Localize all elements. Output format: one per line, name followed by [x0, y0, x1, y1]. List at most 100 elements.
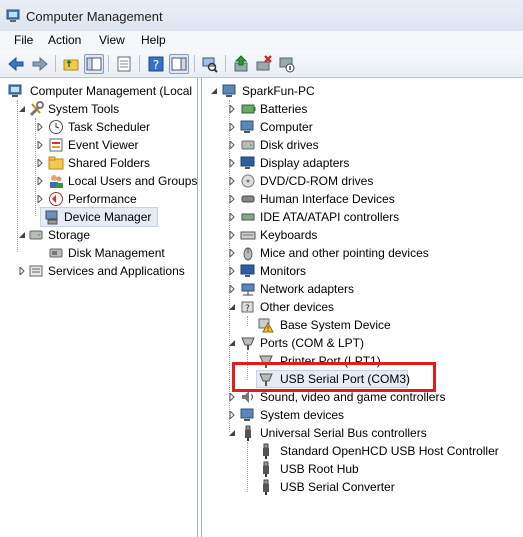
- users-icon: [50, 175, 63, 188]
- device-tree-root[interactable]: SparkFun-PC: [202, 82, 523, 100]
- computer-icon: [240, 120, 254, 133]
- tree-item-label: USB Root Hub: [280, 462, 359, 476]
- window-title: Computer Management: [26, 9, 163, 24]
- help-icon[interactable]: ?: [146, 54, 166, 74]
- device-tree-pane: SparkFun-PC Batteries Computer Disk drives…: [201, 78, 523, 537]
- category-row[interactable]: Monitors: [202, 262, 523, 280]
- tree-item-system-tools[interactable]: System Tools: [4, 100, 197, 118]
- tree-item-label: Display adapters: [260, 156, 350, 170]
- uninstall-icon[interactable]: [254, 54, 274, 74]
- menu-file[interactable]: File: [14, 33, 33, 47]
- system-devices-icon: [240, 408, 254, 421]
- forward-arrow-icon[interactable]: [30, 54, 50, 74]
- tree-item-storage[interactable]: Storage: [4, 226, 197, 244]
- tree-item-task-scheduler[interactable]: Task Scheduler: [4, 118, 197, 136]
- usb-icon: [263, 461, 269, 477]
- tree-item-label: Universal Serial Bus controllers: [260, 426, 427, 440]
- tree-item-label: System Tools: [48, 102, 120, 116]
- collapsed-arrow-icon[interactable]: [228, 177, 236, 185]
- collapsed-arrow-icon[interactable]: [228, 213, 236, 221]
- expanded-arrow-icon[interactable]: [18, 105, 26, 113]
- update-driver-icon[interactable]: [231, 54, 251, 74]
- properties-icon[interactable]: [114, 54, 134, 74]
- category-ports[interactable]: Ports (COM & LPT): [202, 334, 523, 352]
- expanded-arrow-icon[interactable]: [228, 339, 236, 347]
- tree-item-label: Task Scheduler: [68, 120, 151, 134]
- category-row[interactable]: DVD/CD-ROM drives: [202, 172, 523, 190]
- collapsed-arrow-icon[interactable]: [36, 123, 44, 131]
- expanded-arrow-icon[interactable]: [18, 231, 26, 239]
- category-row[interactable]: Batteries: [202, 100, 523, 118]
- tree-item-services[interactable]: Services and Applications: [4, 262, 197, 280]
- collapsed-arrow-icon[interactable]: [36, 141, 44, 149]
- category-other-devices[interactable]: ? Other devices: [202, 298, 523, 316]
- device-usb-host-controller[interactable]: Standard OpenHCD USB Host Controller: [202, 442, 523, 460]
- collapsed-arrow-icon[interactable]: [228, 123, 236, 131]
- keyboard-icon: [240, 231, 256, 240]
- collapsed-arrow-icon[interactable]: [36, 177, 44, 185]
- menu-help[interactable]: Help: [141, 33, 166, 47]
- tree-item-disk-management[interactable]: Disk Management: [4, 244, 197, 262]
- collapsed-arrow-icon[interactable]: [228, 411, 236, 419]
- tree-item-shared-folders[interactable]: Shared Folders: [4, 154, 197, 172]
- tree-item-label: Other devices: [260, 300, 335, 314]
- scan-hardware-icon[interactable]: [200, 54, 220, 74]
- category-row[interactable]: Disk drives: [202, 136, 523, 154]
- category-usb-controllers[interactable]: Universal Serial Bus controllers: [202, 424, 523, 442]
- usb-icon: [263, 443, 269, 459]
- up-folder-icon[interactable]: [61, 54, 81, 74]
- toolbar: ?: [0, 50, 523, 78]
- expanded-arrow-icon[interactable]: [228, 429, 236, 437]
- category-row[interactable]: Human Interface Devices: [202, 190, 523, 208]
- tree-item-label: Standard OpenHCD USB Host Controller: [280, 444, 499, 458]
- expanded-arrow-icon[interactable]: [210, 87, 218, 95]
- collapsed-arrow-icon[interactable]: [228, 249, 236, 257]
- dvd-drive-icon: [241, 174, 255, 188]
- category-system-devices[interactable]: System devices: [202, 406, 523, 424]
- toolbar-separator: [108, 55, 109, 72]
- collapsed-arrow-icon[interactable]: [36, 159, 44, 167]
- disk-management-icon: [49, 248, 63, 258]
- tree-item-computer-management[interactable]: Computer Management (Local: [4, 82, 197, 100]
- tree-item-label: DVD/CD-ROM drives: [260, 174, 374, 188]
- toolbar-separator: [55, 55, 56, 72]
- category-row[interactable]: Computer: [202, 118, 523, 136]
- disk-drive-icon: [241, 140, 255, 150]
- device-usb-serial-converter[interactable]: USB Serial Converter: [202, 478, 523, 496]
- tree-item-performance[interactable]: Performance: [4, 190, 197, 208]
- collapsed-arrow-icon[interactable]: [228, 141, 236, 149]
- collapsed-arrow-icon[interactable]: [228, 231, 236, 239]
- disable-device-icon[interactable]: [277, 54, 297, 74]
- category-row[interactable]: Mice and other pointing devices: [202, 244, 523, 262]
- action-pane-icon[interactable]: [169, 54, 189, 74]
- back-arrow-icon[interactable]: [6, 54, 26, 74]
- category-row[interactable]: Keyboards: [202, 226, 523, 244]
- category-row[interactable]: Network adapters: [202, 280, 523, 298]
- collapsed-arrow-icon[interactable]: [18, 267, 26, 275]
- tree-item-label: Monitors: [260, 264, 307, 278]
- menu-action[interactable]: Action: [48, 33, 81, 47]
- collapsed-arrow-icon[interactable]: [228, 393, 236, 401]
- computer-icon: [222, 84, 236, 97]
- collapsed-arrow-icon[interactable]: [228, 105, 236, 113]
- collapsed-arrow-icon[interactable]: [228, 285, 236, 293]
- tree-item-local-users[interactable]: Local Users and Groups: [4, 172, 197, 190]
- device-base-system-device[interactable]: ! Base System Device: [202, 316, 523, 334]
- menu-view[interactable]: View: [99, 33, 125, 47]
- clock-icon: [49, 120, 63, 134]
- tree-item-label: Base System Device: [280, 318, 391, 332]
- category-row[interactable]: IDE ATA/ATAPI controllers: [202, 208, 523, 226]
- tree-item-label: Mice and other pointing devices: [260, 246, 429, 260]
- expanded-arrow-icon[interactable]: [228, 303, 236, 311]
- device-usb-root-hub[interactable]: USB Root Hub: [202, 460, 523, 478]
- collapsed-arrow-icon[interactable]: [228, 267, 236, 275]
- collapsed-arrow-icon[interactable]: [228, 159, 236, 167]
- collapsed-arrow-icon[interactable]: [228, 195, 236, 203]
- collapsed-arrow-icon[interactable]: [36, 195, 44, 203]
- tree-item-device-manager[interactable]: Device Manager: [40, 207, 158, 227]
- console-tree-icon[interactable]: [84, 54, 104, 74]
- tree-item-label: Ports (COM & LPT): [260, 336, 365, 350]
- category-row[interactable]: Display adapters: [202, 154, 523, 172]
- device-manager-icon: [45, 210, 58, 225]
- tree-item-event-viewer[interactable]: Event Viewer: [4, 136, 197, 154]
